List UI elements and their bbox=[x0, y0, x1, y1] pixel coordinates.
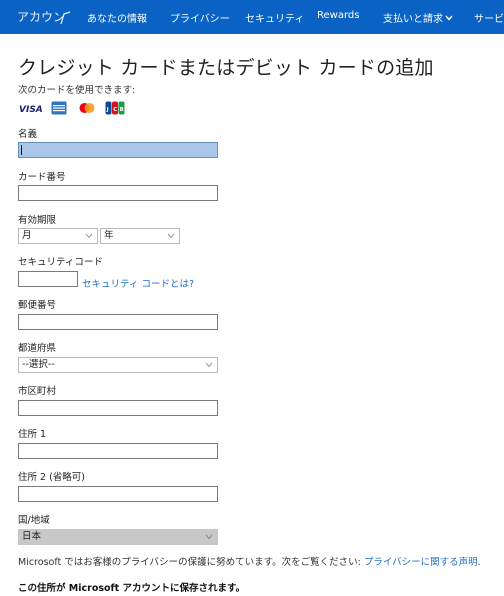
country-label: 国/地域 bbox=[18, 515, 50, 526]
address1-label: 住所 1 bbox=[18, 429, 47, 440]
nav-item-privacy[interactable]: プライバシー bbox=[170, 10, 230, 25]
expiry-month-select[interactable]: 月 bbox=[18, 228, 98, 244]
nav-item-payment-billing-label: 支払いと請求 bbox=[383, 14, 443, 25]
expiry-year-select[interactable]: 年 bbox=[100, 228, 180, 244]
chevron-down-icon bbox=[205, 362, 213, 368]
page-title: クレジット カードまたはデビット カードの追加 bbox=[18, 57, 434, 79]
name-label: 名義 bbox=[18, 129, 38, 140]
visa-logo-icon: VISA bbox=[19, 105, 42, 115]
city-label: 市区町村 bbox=[18, 386, 57, 397]
name-input[interactable] bbox=[18, 142, 218, 158]
privacy-statement-link[interactable]: プライバシーに関する声明 bbox=[364, 557, 478, 568]
card-number-input[interactable] bbox=[18, 185, 218, 201]
address-save-note: この住所が Microsoft アカウントに保存されます。 bbox=[18, 583, 246, 594]
brand-divider-icon bbox=[60, 11, 71, 25]
svg-text:J: J bbox=[106, 107, 109, 113]
nav-item-services[interactable]: サービ bbox=[474, 10, 504, 25]
nav-item-payment-billing[interactable]: 支払いと請求 bbox=[383, 10, 453, 25]
nav-item-rewards[interactable]: Rewards bbox=[317, 10, 359, 21]
country-value: 日本 bbox=[22, 531, 42, 542]
svg-text:B: B bbox=[120, 107, 124, 113]
mastercard-logo-icon bbox=[79, 103, 95, 113]
nav-item-security[interactable]: セキュリティ bbox=[245, 10, 304, 25]
city-input[interactable] bbox=[18, 400, 218, 416]
text-caret bbox=[21, 145, 22, 155]
prefecture-select[interactable]: --選択-- bbox=[18, 357, 218, 373]
chevron-down-icon bbox=[445, 15, 453, 21]
address2-input[interactable] bbox=[18, 486, 218, 502]
card-number-label: カード番号 bbox=[18, 172, 66, 183]
svg-text:C: C bbox=[113, 107, 117, 113]
country-select: 日本 bbox=[18, 529, 218, 545]
chevron-down-icon bbox=[205, 534, 213, 540]
privacy-notice-end: . bbox=[477, 557, 481, 568]
nav-brand-label[interactable]: アカウン bbox=[17, 8, 65, 25]
address2-label: 住所 2 (省略可) bbox=[18, 472, 85, 483]
privacy-notice-text: Microsoft ではお客様のプライバシーの保護に努めています。次をご覧くださ… bbox=[18, 557, 364, 568]
expiry-label: 有効期限 bbox=[18, 215, 57, 226]
chevron-down-icon bbox=[167, 233, 175, 239]
jcb-logo-icon: J C B bbox=[105, 101, 125, 115]
postal-code-label: 郵便番号 bbox=[18, 300, 57, 311]
chevron-down-icon bbox=[85, 233, 93, 239]
postal-code-input[interactable] bbox=[18, 314, 218, 330]
expiry-year-value: 年 bbox=[104, 230, 114, 241]
expiry-month-value: 月 bbox=[22, 230, 32, 241]
security-code-input[interactable] bbox=[18, 271, 78, 287]
nav-item-your-info[interactable]: あなたの情報 bbox=[87, 10, 147, 25]
accepted-cards-label: 次のカードを使用できます: bbox=[18, 85, 136, 96]
amex-logo-icon bbox=[51, 101, 67, 115]
svg-text:VISA: VISA bbox=[19, 105, 42, 115]
top-nav-bar: アカウン あなたの情報 プライバシー セキュリティ Rewards 支払いと請求… bbox=[0, 0, 504, 34]
security-code-label: セキュリティコード bbox=[18, 257, 103, 268]
privacy-notice: Microsoft ではお客様のプライバシーの保護に努めています。次をご覧くださ… bbox=[18, 554, 481, 568]
prefecture-value: --選択-- bbox=[22, 359, 55, 370]
security-code-help-link[interactable]: セキュリティ コードとは? bbox=[82, 276, 194, 290]
prefecture-label: 都道府県 bbox=[18, 343, 57, 354]
address1-input[interactable] bbox=[18, 443, 218, 459]
